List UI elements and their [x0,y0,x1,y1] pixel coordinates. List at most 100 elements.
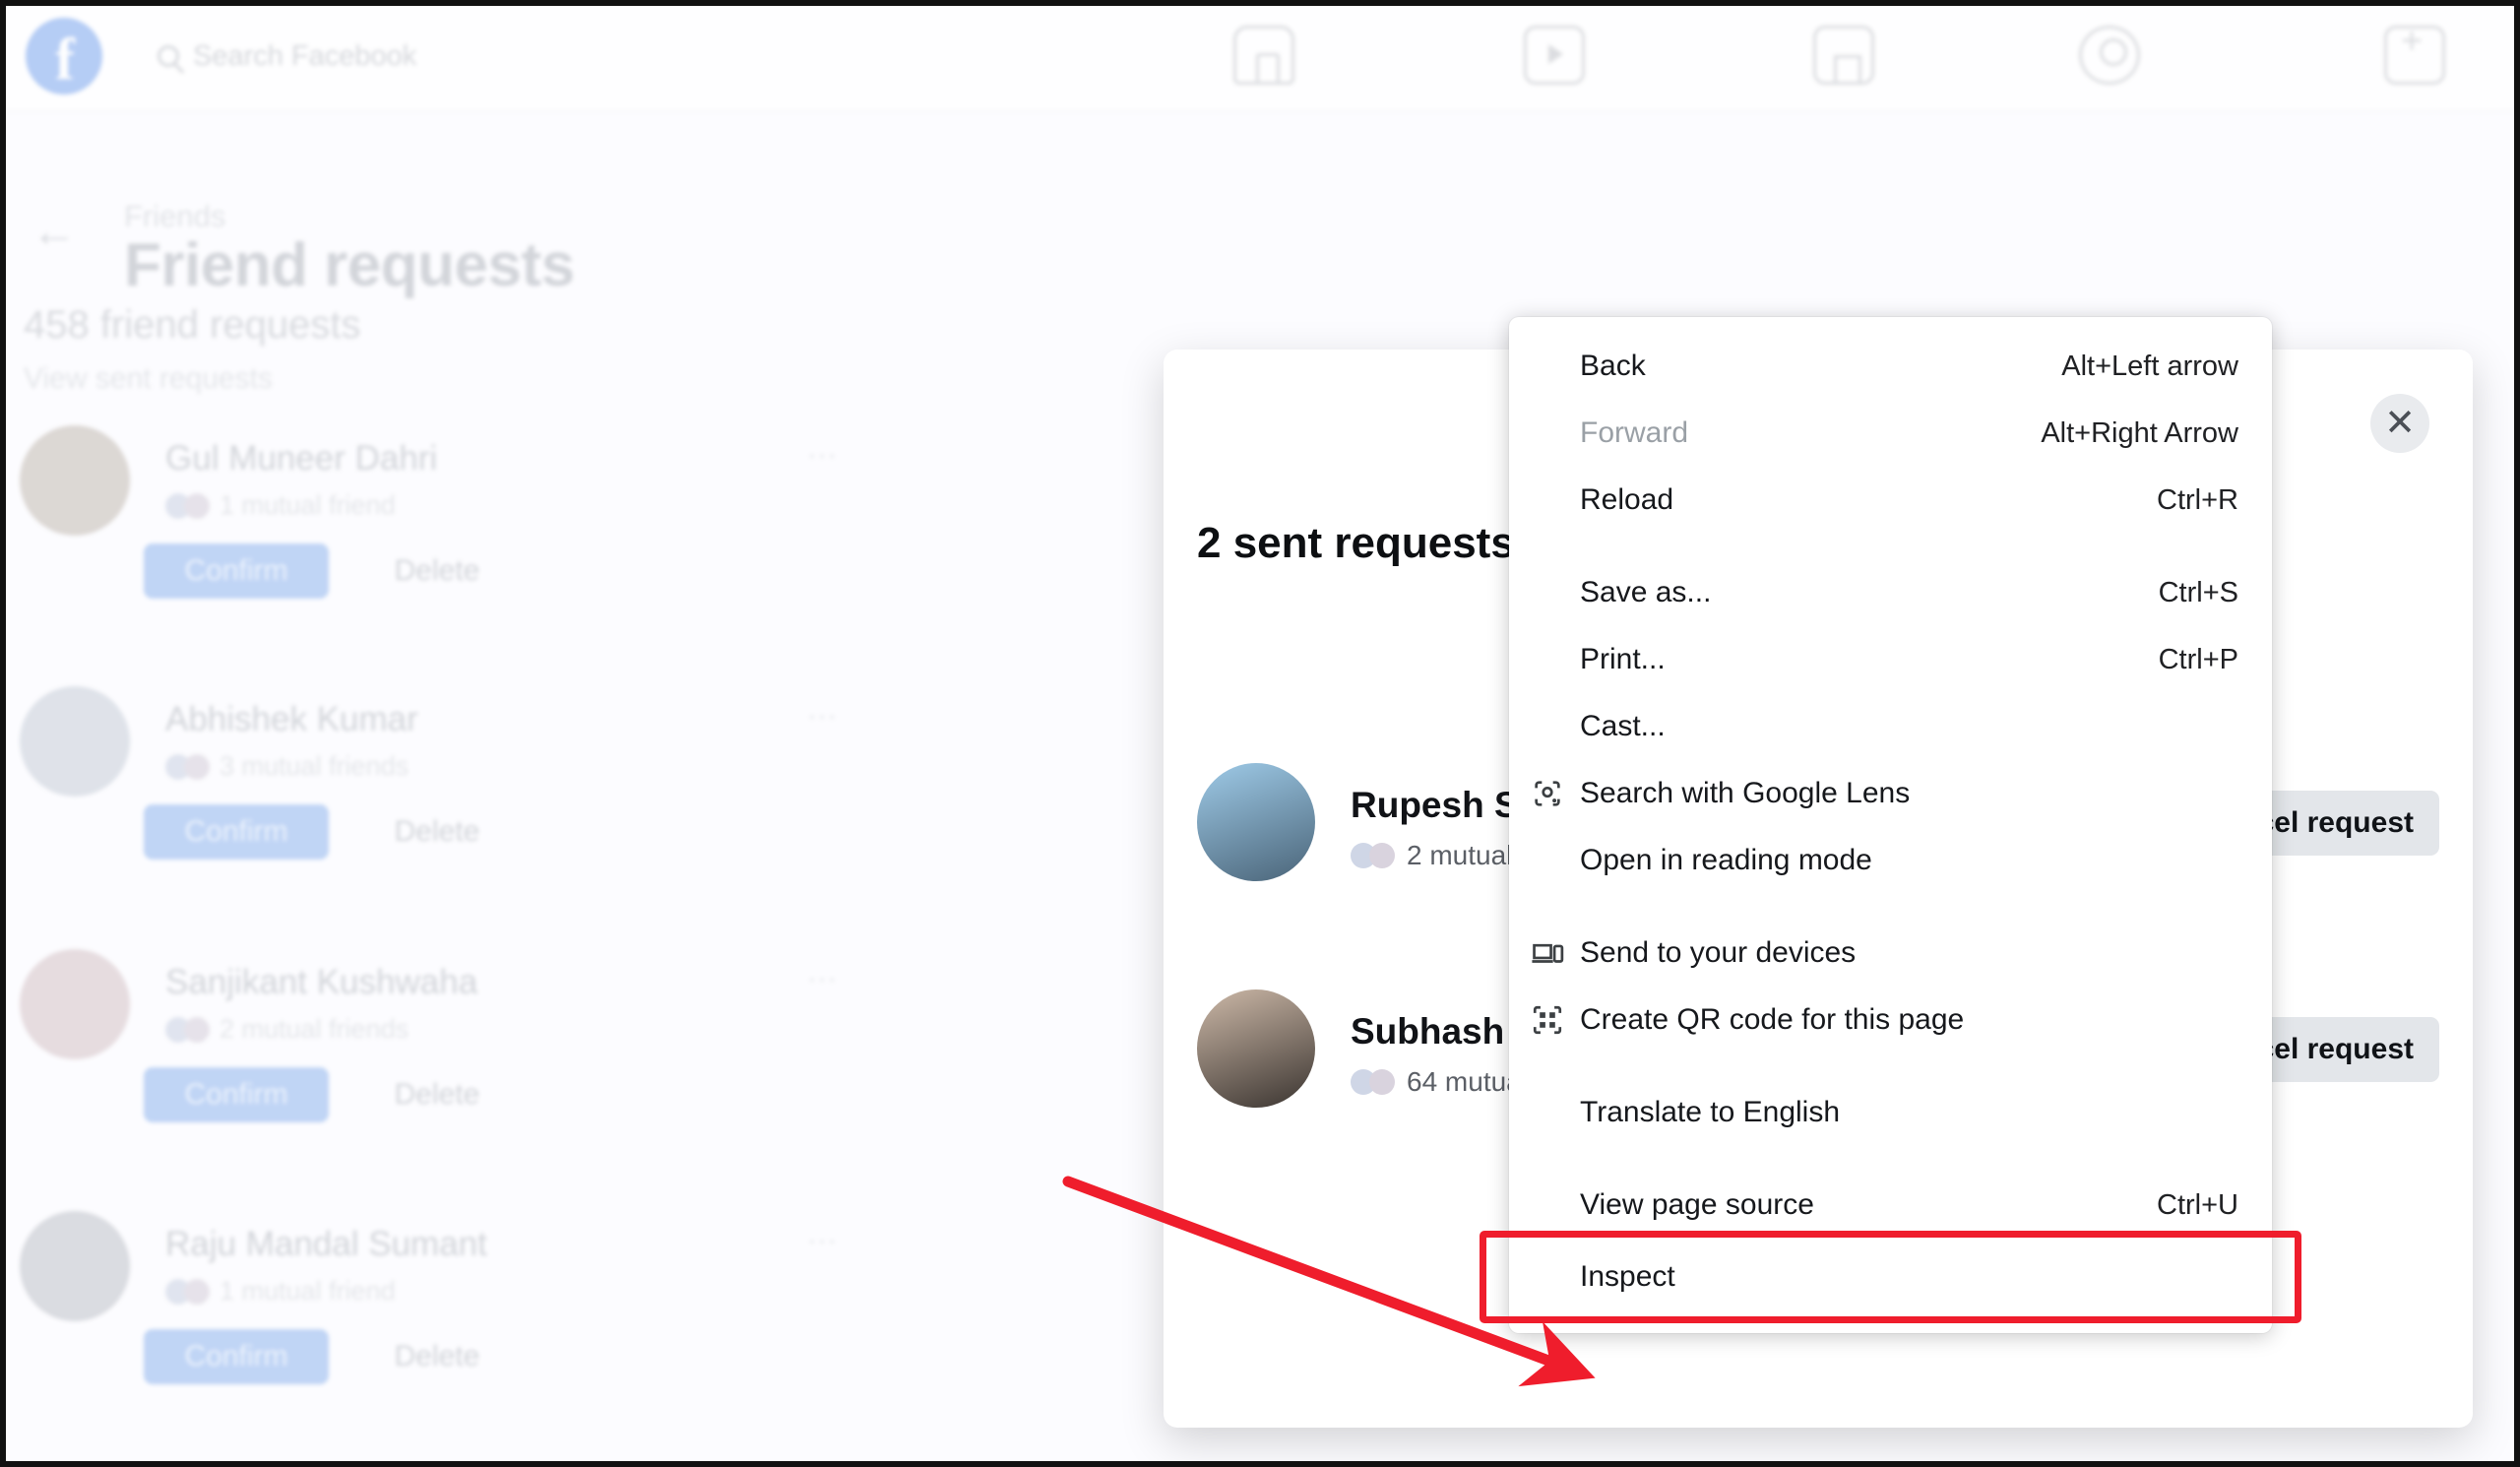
menu-item-print[interactable]: Print... Ctrl+P [1509,626,2272,693]
friend-name[interactable]: Sanjikant Kushwaha [165,963,477,1002]
menu-item-shortcut: Ctrl+U [2157,1188,2238,1221]
menu-separator [1509,1053,2272,1079]
page-title: Friend requests [124,231,575,299]
qr-code-icon [1531,1003,1564,1037]
mutual-avatars-icon [165,753,210,780]
search-placeholder: Search Facebook [193,39,417,72]
menu-item-label: Print... [1580,643,1666,675]
browser-context-menu: Back Alt+Left arrow Forward Alt+Right Arrow… [1480,317,2301,1333]
mutual-friends: 1 mutual friend [165,490,396,521]
confirm-button[interactable]: Confirm [144,1329,329,1384]
marketplace-icon[interactable] [1813,26,1874,85]
avatar[interactable] [20,686,130,797]
menu-item-inspect[interactable]: Inspect [1509,1239,2272,1315]
menu-item-wrapper: Translate to English [1509,1079,2272,1146]
confirm-button[interactable]: Confirm [144,543,329,599]
menu-item-wrapper: Save as... Ctrl+S [1509,559,2272,626]
menu-item-shortcut: Ctrl+R [2157,483,2238,516]
menu-item-label: Save as... [1580,576,1712,608]
menu-separator [1509,534,2272,559]
friend-name[interactable]: Gul Muneer Dahri [165,439,437,478]
menu-item-wrapper: Reload Ctrl+R [1509,467,2272,534]
menu-item-forward: Forward Alt+Right Arrow [1509,400,2272,467]
delete-button[interactable]: Delete [345,543,530,599]
menu-item-reload[interactable]: Reload Ctrl+R [1509,467,2272,534]
screenshot-root: f Search Facebook ← Friends Friend reque… [0,0,2520,1467]
avatar[interactable] [20,425,130,536]
breadcrumb[interactable]: Friends [124,199,225,234]
menu-item-search-with-google-lens[interactable]: Search with Google Lens [1509,760,2272,827]
menu-item-wrapper: Search with Google Lens [1509,760,2272,827]
mutual-friends: 3 mutual friends [165,751,409,782]
mutual-friends: 2 mutual friends [165,1014,409,1045]
mutual-avatars-icon [165,1016,210,1043]
menu-item-wrapper: Send to your devices [1509,920,2272,987]
delete-button[interactable]: Delete [345,1067,530,1122]
video-icon[interactable] [1524,26,1585,85]
view-sent-requests-link[interactable]: View sent requests [24,362,273,396]
more-options-icon[interactable]: ⋯ [807,1225,837,1259]
person-name[interactable]: Rupesh S [1351,785,1519,826]
menu-item-open-in-reading-mode[interactable]: Open in reading mode [1509,827,2272,894]
home-icon[interactable] [1233,26,1294,85]
mutual-friends-label: 2 mutual friends [220,1014,410,1044]
menu-item-cast[interactable]: Cast... [1509,693,2272,760]
menu-item-wrapper: Create QR code for this page [1509,987,2272,1053]
request-count: 458 friend requests [24,303,361,347]
mutual-avatars-icon [165,1278,210,1305]
mutual-avatars-icon [1351,1069,1395,1095]
menu-item-shortcut: Ctrl+S [2158,576,2238,608]
mutual-friends: 1 mutual friend [165,1276,396,1307]
more-options-icon[interactable]: ⋯ [807,963,837,997]
avatar[interactable] [1197,989,1315,1108]
menu-item-label: Create QR code for this page [1580,1003,1965,1036]
confirm-button[interactable]: Confirm [144,1067,329,1122]
mutual-avatars-icon [165,492,210,519]
menu-item-label: Reload [1580,483,1674,516]
menu-item-back[interactable]: Back Alt+Left arrow [1509,333,2272,400]
delete-button[interactable]: Delete [345,804,530,860]
menu-item-wrapper: Print... Ctrl+P [1509,626,2272,693]
facebook-top-bar: f Search Facebook [0,0,2520,110]
avatar[interactable] [20,1211,130,1321]
menu-item-wrapper: Back Alt+Left arrow [1509,333,2272,400]
friend-name[interactable]: Raju Mandal Sumant [165,1225,487,1264]
mutual-friends-label: 1 mutual friend [220,490,396,520]
avatar[interactable] [1197,763,1315,881]
menu-item-save-as[interactable]: Save as... Ctrl+S [1509,559,2272,626]
person-name[interactable]: Subhash [1351,1011,1504,1052]
menu-item-label: Cast... [1580,710,1666,742]
mutual-friends-label: 1 mutual friend [220,1276,396,1306]
menu-separator [1509,894,2272,920]
mutual-friends-label: 3 mutual friends [220,751,410,781]
search-input[interactable]: Search Facebook [158,28,571,85]
menu-item-translate-to-english[interactable]: Translate to English [1509,1079,2272,1146]
menu-item-wrapper: Open in reading mode [1509,827,2272,894]
menu-item-view-page-source[interactable]: View page source Ctrl+U [1509,1172,2272,1239]
friend-name[interactable]: Abhishek Kumar [165,700,418,739]
avatar[interactable] [20,949,130,1059]
more-options-icon[interactable]: ⋯ [807,700,837,734]
menu-item-label: Search with Google Lens [1580,777,1911,809]
inspect-menu-item-wrapper: Inspect [1480,1231,2301,1323]
profile-icon[interactable] [2079,26,2140,85]
facebook-logo[interactable]: f [26,18,102,95]
menu-item-wrapper: Cast... [1509,693,2272,760]
back-button[interactable]: ← [32,204,77,257]
add-icon[interactable] [2384,21,2445,85]
menu-item-shortcut: Alt+Right Arrow [2041,416,2238,449]
menu-item-label: Inspect [1580,1260,1675,1293]
menu-item-create-qr-code-for-this-page[interactable]: Create QR code for this page [1509,987,2272,1053]
menu-item-wrapper: Forward Alt+Right Arrow [1509,400,2272,467]
delete-button[interactable]: Delete [345,1329,530,1384]
close-icon[interactable]: ✕ [2370,394,2429,453]
more-options-icon[interactable]: ⋯ [807,439,837,474]
menu-item-label: Translate to English [1580,1096,1841,1128]
menu-item-send-to-your-devices[interactable]: Send to your devices [1509,920,2272,987]
confirm-button[interactable]: Confirm [144,804,329,860]
search-icon [158,45,179,67]
devices-icon [1531,936,1564,970]
menu-item-label: Send to your devices [1580,936,1857,969]
menu-item-label: Open in reading mode [1580,844,1872,876]
google-lens-icon [1531,777,1564,810]
